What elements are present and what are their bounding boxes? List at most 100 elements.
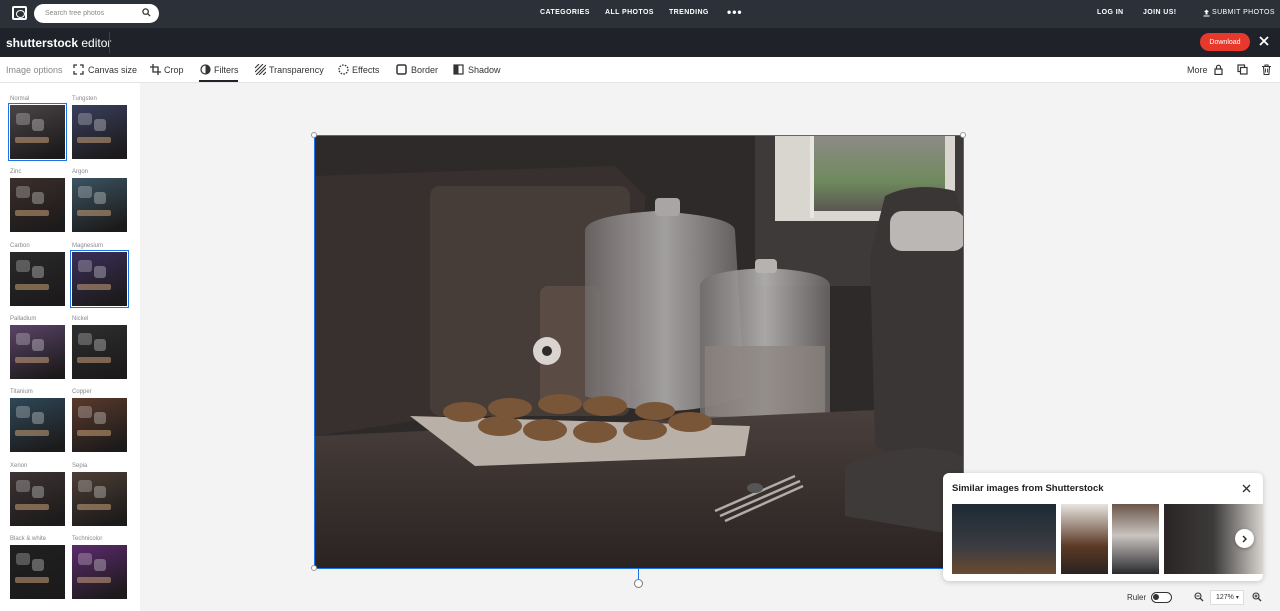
ruler-toggle[interactable] — [1151, 592, 1172, 603]
similar-image-1[interactable] — [952, 504, 1056, 574]
lock-icon[interactable] — [1213, 64, 1224, 75]
duplicate-icon[interactable] — [1237, 64, 1248, 75]
search-icon[interactable] — [142, 8, 151, 17]
crop-icon — [150, 64, 161, 75]
filter-thumb-technicolor[interactable] — [72, 545, 127, 599]
thumb-tray — [77, 357, 111, 363]
filter-thumb-magnesium[interactable] — [70, 250, 129, 308]
thumb-c1 — [16, 480, 30, 492]
similar-image-3[interactable] — [1112, 504, 1159, 574]
tab-canvas-size[interactable]: Canvas size — [88, 65, 137, 75]
tab-transparency[interactable]: Transparency — [269, 65, 324, 75]
tab-crop[interactable]: Crop — [164, 65, 184, 75]
thumb-c1 — [78, 260, 92, 272]
header-divider — [109, 32, 110, 53]
ruler-label: Ruler — [1127, 593, 1147, 602]
thumb-c2 — [32, 412, 44, 424]
zoom-in-icon[interactable] — [1252, 592, 1262, 602]
filter-thumb-zinc[interactable] — [10, 178, 65, 232]
filter-thumb-xenon[interactable] — [10, 472, 65, 526]
similar-next-button[interactable] — [1235, 529, 1254, 548]
filter-label-copper: Copper — [72, 389, 92, 395]
thumb-c1 — [78, 186, 92, 198]
resize-handle-top-right[interactable] — [960, 132, 966, 138]
similar-image-2[interactable] — [1061, 504, 1108, 574]
zoom-out-icon[interactable] — [1194, 592, 1204, 602]
editor-header: shutterstock editor — [0, 28, 1280, 57]
nav-all-photos[interactable]: ALL PHOTOS — [605, 9, 654, 16]
editor-toolbar: Image options Canvas size Crop Filters T… — [0, 57, 1280, 83]
filter-thumb-titanium[interactable] — [10, 398, 65, 452]
camera-logo-icon[interactable] — [12, 6, 27, 20]
active-tab-indicator — [199, 80, 238, 82]
thumb-c2 — [32, 119, 44, 131]
tab-shadow[interactable]: Shadow — [468, 65, 501, 75]
tab-effects[interactable]: Effects — [352, 65, 379, 75]
rotate-handle[interactable] — [634, 579, 643, 588]
thumb-tray — [77, 430, 111, 436]
filter-thumb-normal[interactable] — [8, 103, 67, 161]
resize-handle-bottom-left[interactable] — [311, 565, 317, 571]
thumb-tray — [77, 504, 111, 510]
thumb-tray — [77, 284, 111, 290]
thumb-tray — [77, 210, 111, 216]
filter-label-carbon: Carbon — [10, 243, 30, 249]
thumb-c1 — [78, 553, 92, 565]
thumb-c2 — [94, 339, 106, 351]
zoom-value: 127% — [1216, 594, 1234, 601]
border-icon — [396, 64, 407, 75]
filter-thumb-palladium[interactable] — [10, 325, 65, 379]
thumb-tray — [15, 430, 49, 436]
join-link[interactable]: JOIN US! — [1143, 9, 1177, 16]
filter-thumb-argon[interactable] — [72, 178, 127, 232]
search-box[interactable] — [34, 4, 159, 23]
thumb-c2 — [32, 266, 44, 278]
editor-brand: shutterstock editor — [6, 36, 111, 50]
thumb-c1 — [16, 186, 30, 198]
more-menu-icon[interactable]: ••• — [727, 5, 743, 19]
filter-thumb-black-white[interactable] — [10, 545, 65, 599]
tab-border[interactable]: Border — [411, 65, 438, 75]
site-header: CATEGORIES ALL PHOTOS TRENDING ••• LOG I… — [0, 0, 1280, 28]
zoom-select[interactable]: 127% ▾ — [1210, 590, 1244, 605]
thumb-c1 — [78, 480, 92, 492]
download-button[interactable]: Download — [1200, 33, 1250, 51]
filter-thumb-copper[interactable] — [72, 398, 127, 452]
nav-categories[interactable]: CATEGORIES — [540, 9, 590, 16]
thumb-tray — [15, 504, 49, 510]
thumb-c2 — [32, 559, 44, 571]
transparency-icon — [255, 64, 266, 75]
thumb-c1 — [78, 406, 92, 418]
tab-filters[interactable]: Filters — [214, 65, 239, 75]
close-editor-icon[interactable] — [1258, 35, 1270, 47]
brand-light: editor — [78, 36, 112, 50]
filter-thumb-sepia[interactable] — [72, 472, 127, 526]
filter-label-normal: Normal — [10, 96, 30, 102]
filter-label-technicolor: Technicolor — [72, 536, 103, 542]
nav-trending[interactable]: TRENDING — [669, 9, 709, 16]
resize-handle-top-left[interactable] — [311, 132, 317, 138]
filter-thumb-carbon[interactable] — [10, 252, 65, 306]
more-options-button[interactable]: More — [1187, 65, 1208, 75]
thumb-c1 — [78, 113, 92, 125]
thumb-tray — [15, 577, 49, 583]
filters-panel: Normal Tungsten Zinc Argon Carbon Magnesium Pa… — [0, 83, 140, 611]
filter-thumb-tungsten[interactable] — [72, 105, 127, 159]
filter-label-magnesium: Magnesium — [72, 243, 104, 249]
log-in-link[interactable]: LOG IN — [1097, 9, 1124, 16]
similar-images-panel: Similar images from Shutterstock — [943, 473, 1263, 581]
filter-label-tungsten: Tungsten — [72, 96, 97, 102]
filter-thumb-nickel[interactable] — [72, 325, 127, 379]
search-input[interactable] — [45, 7, 140, 20]
delete-icon[interactable] — [1261, 64, 1272, 75]
thumb-c2 — [94, 559, 106, 571]
close-similar-icon[interactable] — [1242, 484, 1251, 493]
submit-photos-link[interactable]: SUBMIT PHOTOS — [1212, 9, 1275, 16]
filter-label-black-white: Black & white — [10, 536, 47, 542]
thumb-c1 — [16, 333, 30, 345]
thumb-c1 — [78, 333, 92, 345]
thumb-c2 — [94, 192, 106, 204]
thumb-tray — [15, 357, 49, 363]
thumb-tray — [15, 137, 49, 143]
filter-label-argon: Argon — [72, 169, 89, 175]
